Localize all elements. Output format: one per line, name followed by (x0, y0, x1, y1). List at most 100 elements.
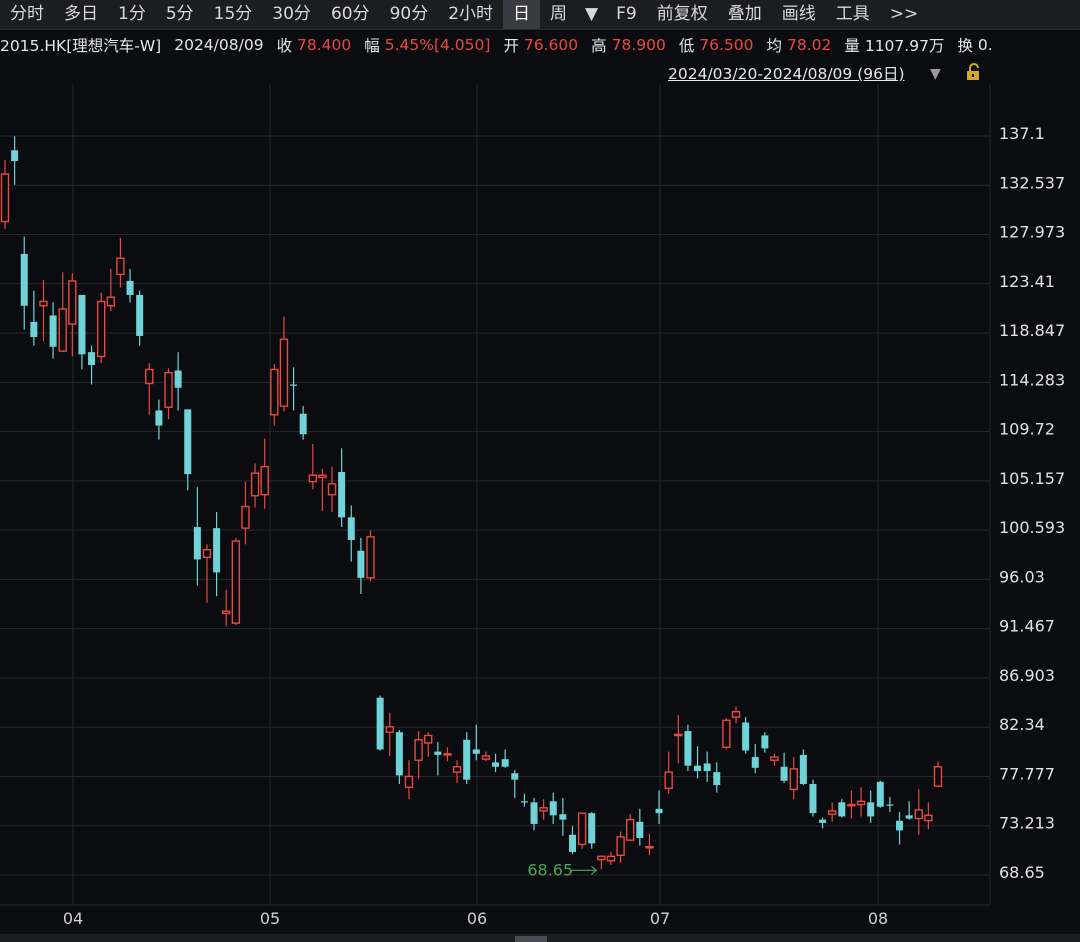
candle (404, 760, 414, 800)
candle-body (376, 697, 384, 750)
candle-body (357, 550, 365, 578)
y-tick-label: 91.467 (999, 617, 1055, 636)
candle-body (11, 150, 19, 162)
candle-body (385, 726, 394, 733)
candle (145, 362, 154, 415)
candle (914, 789, 923, 835)
y-tick-label: 73.213 (999, 814, 1055, 833)
candle-body (414, 739, 423, 761)
candle (174, 352, 182, 411)
y-tick-label: 77.777 (999, 764, 1055, 783)
candle-body (530, 802, 538, 824)
y-tick-label: 109.72 (999, 420, 1055, 439)
candle-body (279, 338, 289, 407)
candle-body (434, 751, 442, 755)
candle-body (481, 755, 491, 760)
candle (30, 290, 38, 346)
candle (202, 544, 212, 603)
candle (193, 487, 201, 586)
candle (299, 406, 307, 440)
candle (597, 855, 606, 870)
candle (674, 714, 683, 764)
candle-body (49, 315, 57, 347)
candle-body (896, 820, 904, 831)
candle (713, 762, 721, 793)
candle-body (549, 801, 557, 816)
candle-body (184, 409, 192, 475)
candle (761, 732, 769, 753)
candle (838, 799, 846, 818)
candle-body (395, 732, 403, 776)
candle-body (742, 722, 750, 751)
candlestick-chart[interactable]: 137.1 132.537 127.973 123.41 118.847 114.283 1… (0, 0, 1080, 942)
candle (308, 443, 317, 490)
candle-body (770, 756, 779, 761)
candle (568, 826, 576, 855)
candle (213, 511, 221, 597)
candle-body (492, 762, 500, 767)
candle (655, 790, 663, 824)
candle (559, 798, 567, 836)
candle-body (606, 855, 616, 862)
candle (539, 799, 548, 820)
candle (606, 852, 616, 865)
candle-body (684, 731, 692, 766)
candle-body (202, 549, 212, 558)
candle-body (809, 784, 817, 814)
y-tick-label: 137.1 (999, 124, 1045, 143)
candle-body (655, 808, 663, 814)
candle-body (299, 413, 307, 435)
candle (270, 364, 279, 426)
candle (136, 290, 144, 346)
candle-body (213, 528, 221, 573)
candle (116, 237, 125, 288)
candle-body (645, 845, 654, 849)
candle (780, 752, 788, 783)
candle (126, 269, 134, 303)
candle-body (145, 368, 154, 385)
candle (626, 814, 635, 842)
y-tick-label: 123.41 (999, 272, 1055, 291)
y-tick-label: 105.157 (999, 469, 1065, 488)
candle-body (876, 781, 884, 807)
candle-body (539, 807, 548, 812)
candle (819, 817, 827, 829)
candle-body (424, 734, 433, 744)
candle-body (905, 815, 913, 819)
candle-body (452, 766, 462, 773)
y-tick-label: 118.847 (999, 321, 1065, 340)
lock-icon[interactable] (964, 62, 984, 86)
candle-body (636, 821, 644, 838)
candle-body (96, 300, 106, 358)
candle-body (260, 465, 269, 496)
candle (789, 757, 798, 800)
candle-body (164, 371, 173, 408)
candle (11, 136, 19, 185)
candle (357, 537, 365, 594)
candle (896, 812, 904, 845)
candle (722, 718, 731, 750)
candle-body (674, 733, 683, 737)
candle-body (174, 370, 182, 388)
x-tick-label: 08 (868, 909, 888, 928)
range-dropdown-icon[interactable]: ▼ (930, 66, 941, 82)
candle (78, 294, 86, 370)
candle-body (597, 855, 606, 861)
candle (106, 269, 116, 312)
candle (933, 761, 943, 788)
candle-body (30, 321, 38, 338)
candle-body (222, 610, 231, 615)
candle-body (789, 768, 798, 791)
x-tick-label: 06 (467, 909, 487, 928)
candle-body (126, 280, 134, 295)
candle (250, 463, 260, 508)
candle (385, 712, 394, 756)
candle-body (703, 763, 711, 772)
date-range-selector[interactable]: 2024/03/20-2024/08/09 (96日) (668, 62, 905, 84)
candle-body (443, 753, 452, 756)
candle-body (0, 173, 10, 223)
candle-body (88, 352, 96, 366)
candle-body (472, 749, 480, 754)
candle (511, 769, 519, 799)
candle (260, 438, 269, 509)
